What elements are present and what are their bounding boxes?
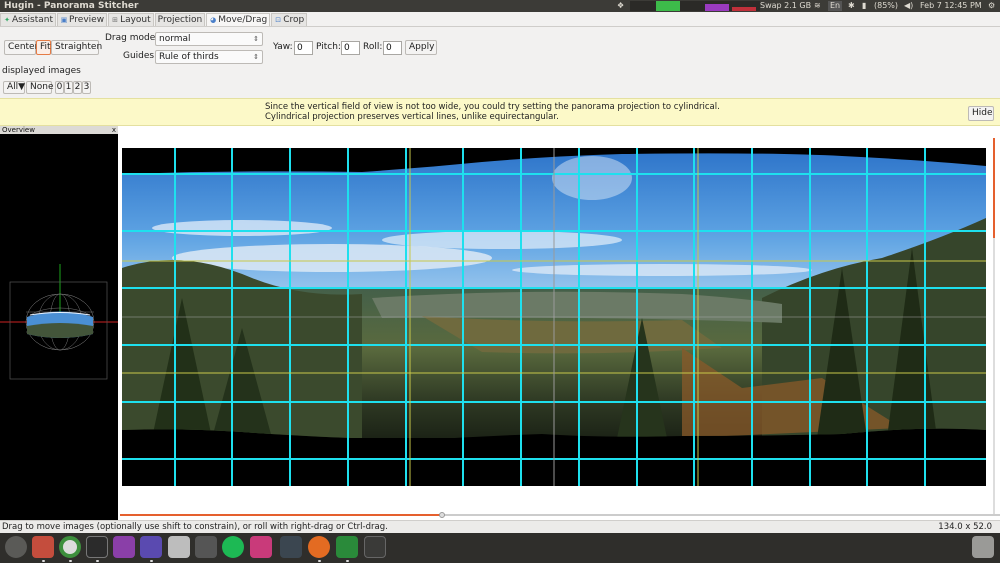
roll-field[interactable]: 0 <box>383 41 402 55</box>
image-toggle-0[interactable]: 0 <box>55 81 64 94</box>
running-indicator <box>318 560 321 562</box>
fov-readout: 134.0 x 52.0 <box>938 522 992 532</box>
clock[interactable]: Feb 7 12:45 PM <box>920 0 982 12</box>
fast-preview-canvas[interactable] <box>118 126 1000 520</box>
slider-thumb[interactable] <box>439 512 445 518</box>
hide-hint-button[interactable]: Hide <box>968 106 994 121</box>
roll-label: Roll: <box>363 42 383 52</box>
yaw-field[interactable]: 0 <box>294 41 313 55</box>
image-toggle-2[interactable]: 2 <box>73 81 82 94</box>
combo-arrow-icon: ⇕ <box>253 35 259 43</box>
chrome-icon[interactable] <box>59 536 81 558</box>
tab-layout[interactable]: ⊞ Layout <box>108 13 154 26</box>
tab-label: Move/Drag <box>218 15 268 25</box>
straighten-button[interactable]: Straighten <box>51 40 102 55</box>
battery-indicator[interactable]: (85%) <box>874 0 898 12</box>
layout-icon: ⊞ <box>112 16 118 24</box>
settings-icon[interactable]: ⚙ <box>988 0 995 12</box>
center-button[interactable]: Center <box>4 40 38 55</box>
displayed-images-label: displayed images <box>2 66 81 76</box>
overview-title-bar: Overview x <box>0 126 118 134</box>
assistant-icon: ✦ <box>4 16 10 24</box>
slider-fill <box>120 514 442 516</box>
running-indicator <box>96 560 99 562</box>
projection-hint-bar: Since the vertical field of view is not … <box>0 98 1000 126</box>
keyboard-indicator[interactable]: En <box>828 1 843 11</box>
tab-projection[interactable]: Projection <box>154 13 206 26</box>
overview-globe[interactable] <box>0 134 118 520</box>
status-bar: Drag to move images (optionally use shif… <box>0 520 1000 533</box>
image-toggle-3[interactable]: 3 <box>82 81 91 94</box>
pitch-field[interactable]: 0 <box>341 41 360 55</box>
running-indicator <box>69 560 72 562</box>
drive-icon[interactable] <box>168 536 190 558</box>
calculator-icon[interactable] <box>195 536 217 558</box>
overview-pane[interactable]: Overview x <box>0 126 118 520</box>
hint-line-1: Since the vertical field of view is not … <box>265 102 720 112</box>
hint-line-2: Cylindrical projection preserves vertica… <box>265 112 559 122</box>
dropbox-icon[interactable]: ❖ <box>617 0 624 12</box>
status-message: Drag to move images (optionally use shif… <box>2 522 388 532</box>
horizontal-fov-slider[interactable] <box>120 512 1000 518</box>
move-icon: ◕ <box>210 16 217 24</box>
tab-crop[interactable]: ⊡ Crop <box>271 13 308 26</box>
launcher-dock <box>0 533 1000 563</box>
drag-mode-label: Drag mode: <box>105 33 159 43</box>
yaw-label: Yaw: <box>273 42 293 52</box>
apply-button[interactable]: Apply <box>405 40 437 55</box>
gitk-icon[interactable] <box>140 536 162 558</box>
tab-move-drag[interactable]: ◕ Move/Drag <box>206 13 271 26</box>
fit-button[interactable]: Fit <box>36 40 51 55</box>
tab-label: Projection <box>157 15 203 25</box>
guides-label: Guides: <box>123 51 158 61</box>
hugin-window: ✦ Assistant ▣ Preview ⊞ Layout Projectio… <box>0 12 1000 533</box>
image-toggle-1[interactable]: 1 <box>64 81 73 94</box>
overview-close-icon[interactable]: x <box>112 126 116 134</box>
toolbar: Center Fit Straighten Drag mode: normal … <box>0 26 1000 80</box>
wifi-icon[interactable]: ≋ <box>814 0 821 12</box>
firefox-icon[interactable] <box>308 536 330 558</box>
bluetooth-icon[interactable]: ✱ <box>848 0 855 12</box>
panorama-preview[interactable] <box>122 148 986 486</box>
window-title: Hugin - Panorama Stitcher <box>4 1 139 11</box>
tab-label: Assistant <box>12 15 54 25</box>
volume-icon[interactable]: ◀) <box>904 0 913 12</box>
ubuntu-dash-icon[interactable] <box>5 536 27 558</box>
guides-value: Rule of thirds <box>159 52 219 62</box>
running-indicator <box>346 560 349 562</box>
spotify-icon[interactable] <box>222 536 244 558</box>
running-indicator <box>150 560 153 562</box>
battery-icon[interactable]: ▮ <box>862 0 866 12</box>
all-images-button[interactable]: All▼ <box>3 81 25 94</box>
pitch-label: Pitch: <box>316 42 341 52</box>
media-icon[interactable] <box>113 536 135 558</box>
tab-preview[interactable]: ▣ Preview <box>57 13 108 26</box>
terminal-icon[interactable] <box>86 536 108 558</box>
running-indicator <box>42 560 45 562</box>
trash-icon[interactable] <box>972 536 994 558</box>
top-panel: Hugin - Panorama Stitcher ❖ Swap 2.1 GB … <box>0 0 1000 12</box>
drag-mode-value: normal <box>159 34 191 44</box>
system-monitor-icon[interactable] <box>280 536 302 558</box>
tab-assistant[interactable]: ✦ Assistant <box>0 13 57 26</box>
guides-select[interactable]: Rule of thirds ⇕ <box>155 50 263 64</box>
tab-label: Layout <box>120 15 151 25</box>
none-images-button[interactable]: None <box>26 81 53 94</box>
slider-fill <box>993 138 995 238</box>
system-load-graph <box>630 1 760 11</box>
files-icon[interactable] <box>32 536 54 558</box>
tab-bar: ✦ Assistant ▣ Preview ⊞ Layout Projectio… <box>0 13 308 26</box>
combo-arrow-icon: ⇕ <box>253 53 259 61</box>
window-icon[interactable] <box>364 536 386 558</box>
drag-mode-select[interactable]: normal ⇕ <box>155 32 263 46</box>
preview-icon: ▣ <box>60 16 68 24</box>
tab-label: Preview <box>69 15 105 25</box>
crop-icon: ⊡ <box>275 16 282 24</box>
vertical-fov-slider[interactable] <box>993 138 995 514</box>
app-icon[interactable] <box>250 536 272 558</box>
swap-indicator: Swap 2.1 GB <box>760 1 812 10</box>
overview-title: Overview <box>2 126 35 134</box>
tab-label: Crop <box>283 15 305 25</box>
hugin-icon[interactable] <box>336 536 358 558</box>
